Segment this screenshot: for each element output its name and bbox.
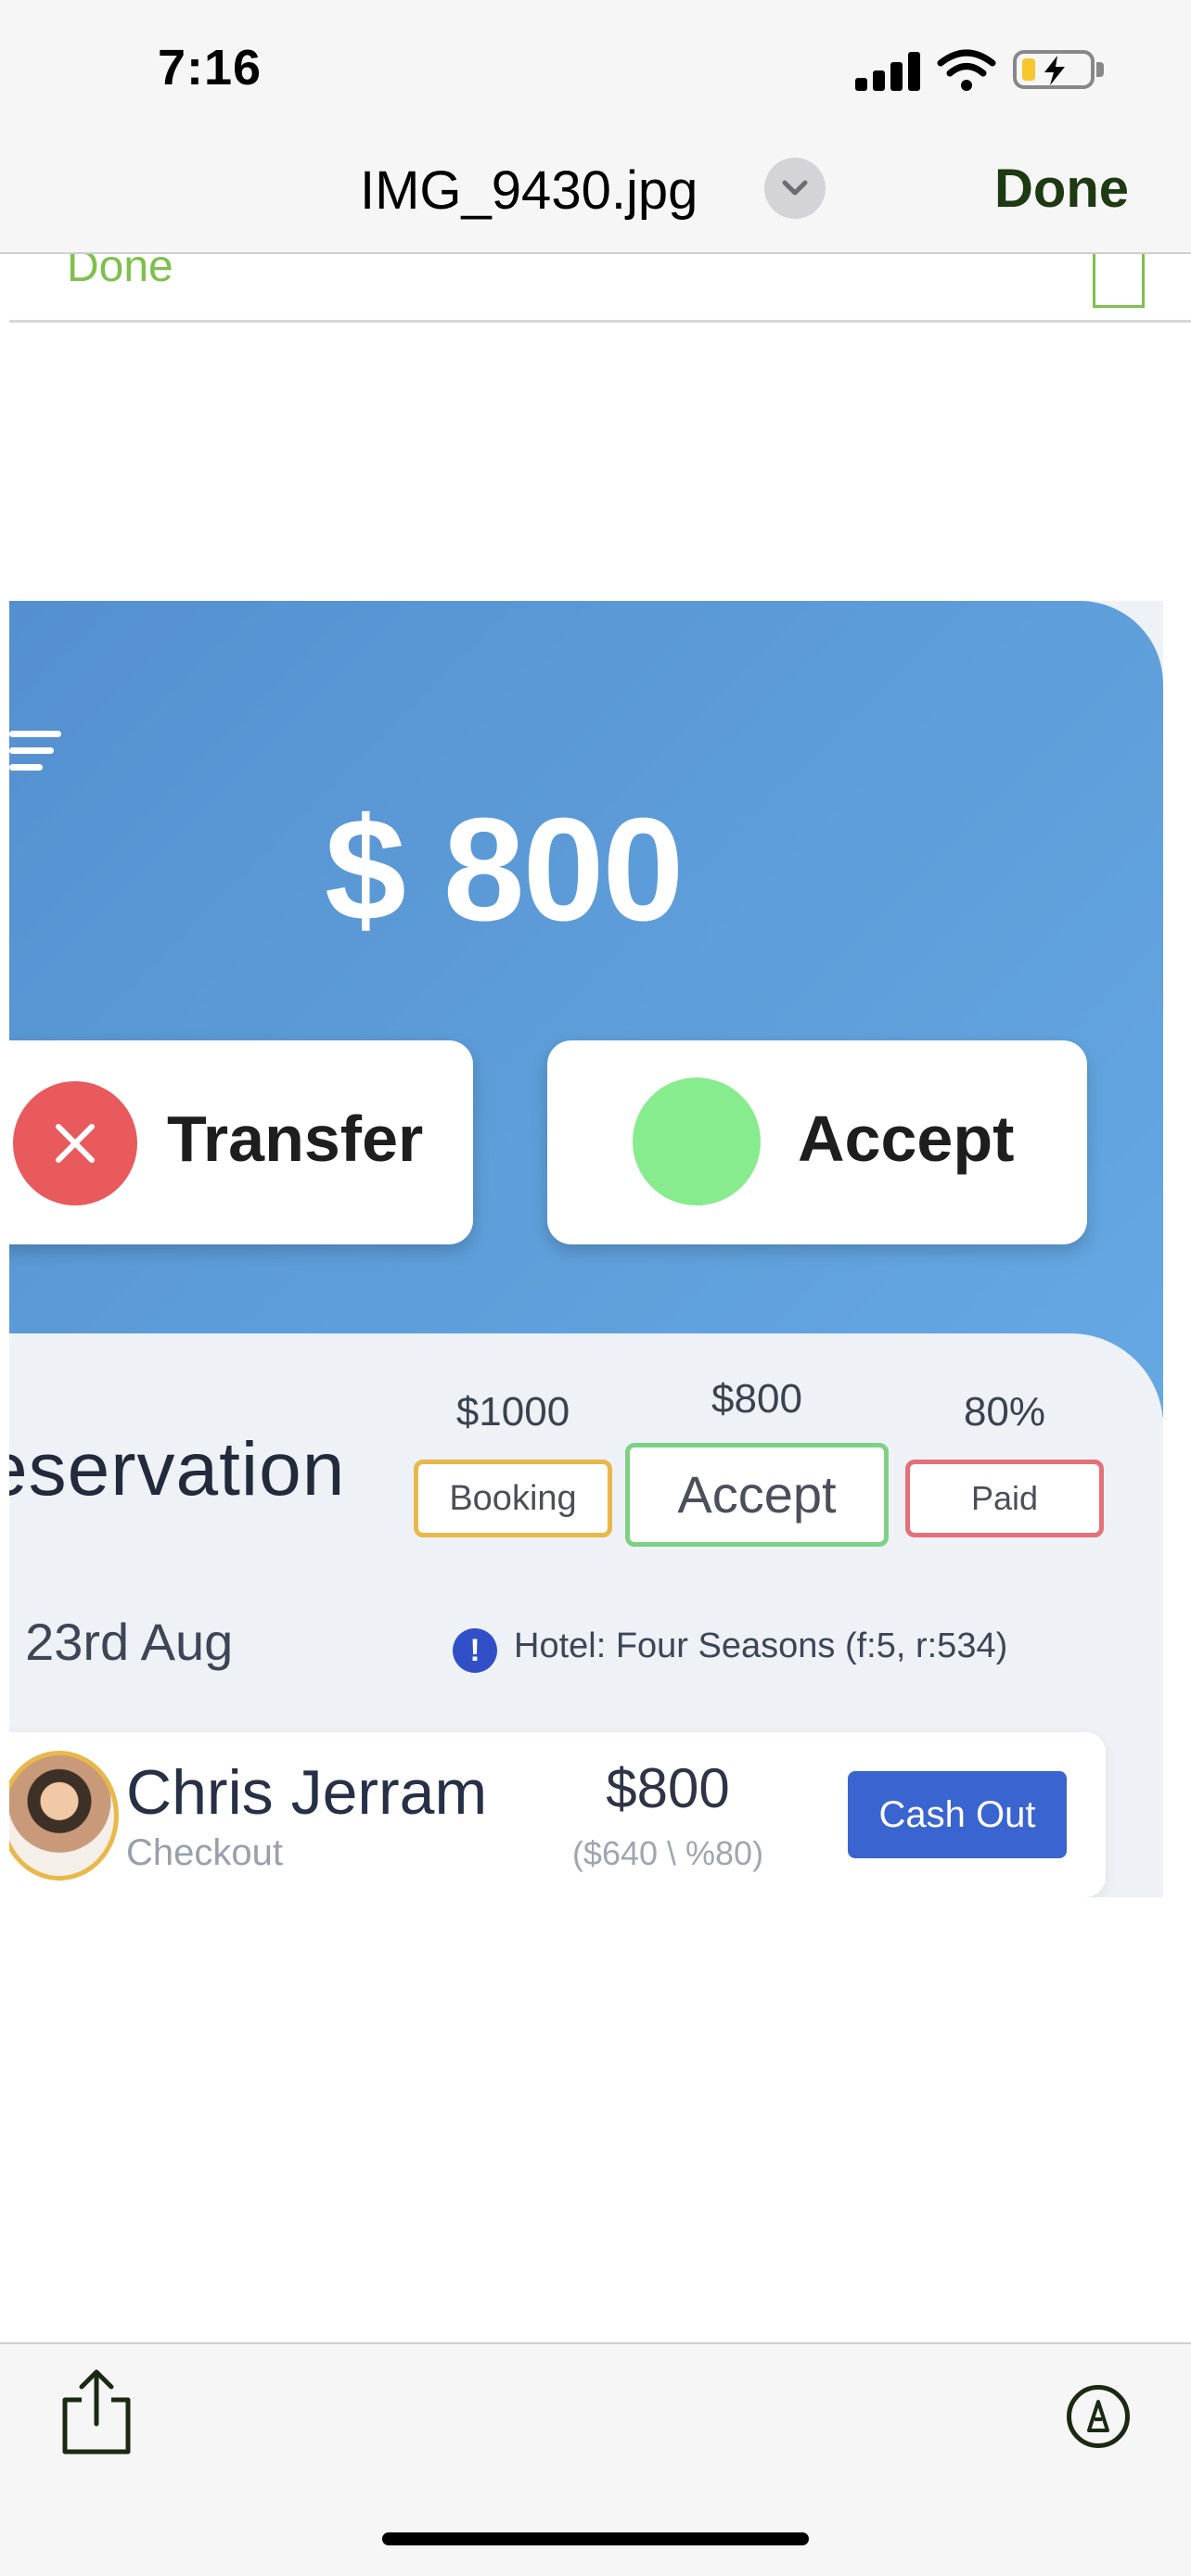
guest-amount-breakdown: ($640 \ %80) (571, 1834, 764, 1872)
photo: $ 800 Transfer Accept eservation $1000 B… (9, 601, 1163, 1897)
reservation-title: eservation (9, 1427, 346, 1511)
battery-charging-icon (1013, 50, 1095, 89)
balance-header: $ 800 Transfer Accept (9, 601, 1163, 1417)
guest-name: Chris Jerram (126, 1757, 488, 1828)
accept-tag: Accept (625, 1443, 889, 1547)
guest-card: Chris Jerram Checkout $800 ($640 \ %80) … (9, 1732, 1106, 1897)
home-indicator (382, 2532, 809, 2545)
hotel-info: Hotel: Four Seasons (f:5, r:534) (514, 1626, 1008, 1665)
close-icon (13, 1081, 137, 1205)
accept-card: Accept (547, 1040, 1087, 1244)
accept-value: $800 (711, 1376, 802, 1422)
file-title: IMG_9430.jpg (360, 160, 698, 221)
image-viewer[interactable]: Done $ 800 Transfer Accept eservation $1… (0, 254, 1191, 2342)
done-button[interactable]: Done (994, 158, 1129, 220)
signal-icon (855, 52, 920, 91)
share-icon[interactable] (59, 2368, 134, 2457)
paid-tag: Paid (905, 1460, 1104, 1537)
paid-value: 80% (963, 1389, 1046, 1435)
accept-label: Accept (798, 1103, 1015, 1175)
transfer-card: Transfer (9, 1040, 473, 1244)
markup-icon[interactable] (1067, 2385, 1130, 2448)
balance-amount: $ 800 (325, 788, 684, 951)
booking-tag: Booking (414, 1460, 612, 1537)
battery-nub (1096, 62, 1104, 77)
toolbar-divider (0, 2342, 1191, 2344)
underlying-share-icon (1093, 254, 1145, 308)
guest-status: Checkout (126, 1832, 283, 1873)
underlying-done-label: Done (67, 254, 173, 291)
wifi-icon (937, 49, 996, 91)
transfer-label: Transfer (167, 1103, 424, 1175)
underlying-toolbar: Done (9, 254, 1191, 323)
accept-circle-icon (633, 1078, 761, 1205)
cash-out-button: Cash Out (848, 1771, 1067, 1858)
booking-value: $1000 (455, 1389, 570, 1435)
info-icon: ! (453, 1628, 497, 1673)
status-time: 7:16 (158, 40, 263, 96)
guest-amount: $800 (606, 1757, 730, 1819)
chevron-down-icon[interactable] (764, 158, 826, 219)
avatar (9, 1751, 119, 1881)
reservation-panel: eservation $1000 Booking $800 Accept 80%… (9, 1333, 1163, 1897)
menu-icon (9, 731, 61, 773)
reservation-date: , 23rd Aug (9, 1613, 234, 1671)
